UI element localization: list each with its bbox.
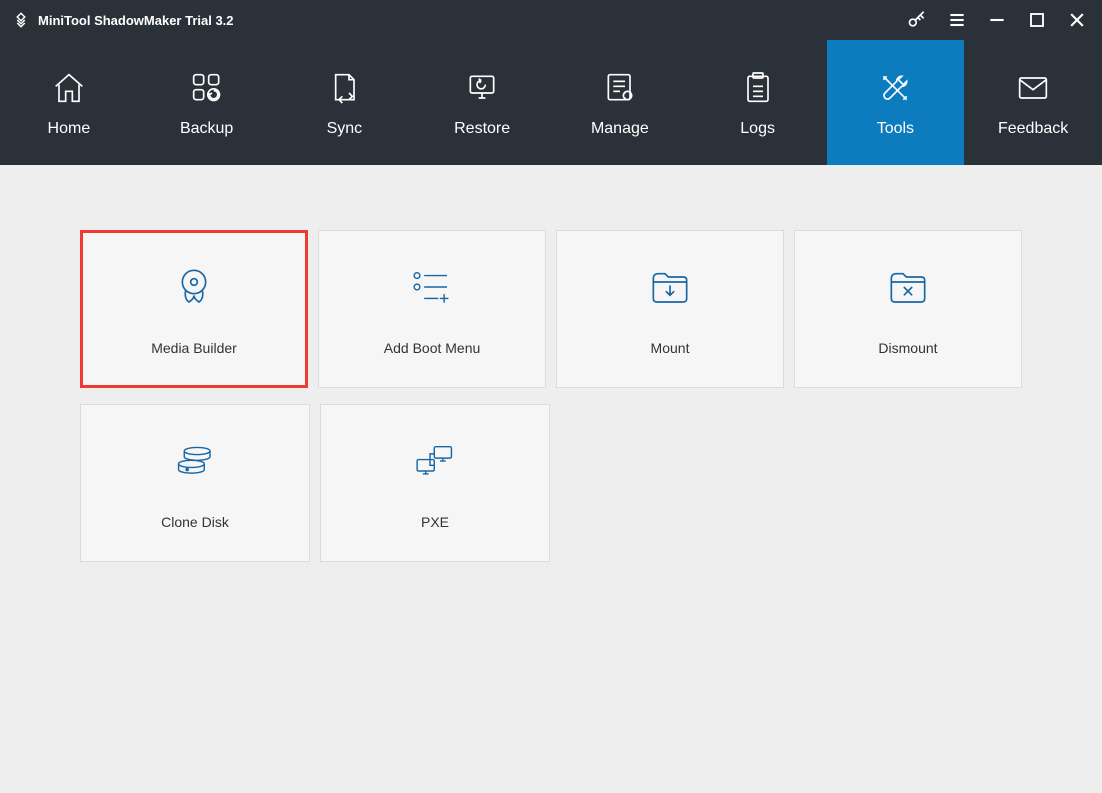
tiles-row-1: Media Builder Add Boot Menu [80, 230, 1022, 388]
tile-label: Clone Disk [161, 514, 229, 530]
mount-icon [645, 262, 695, 312]
nav-restore[interactable]: Restore [413, 40, 551, 165]
tile-dismount[interactable]: Dismount [794, 230, 1022, 388]
nav-label: Sync [327, 120, 363, 138]
nav-label: Restore [454, 120, 510, 138]
maximize-button[interactable] [1024, 7, 1050, 33]
navbar: Home Backup Sync [0, 40, 1102, 165]
close-button[interactable] [1064, 7, 1090, 33]
minimize-button[interactable] [984, 7, 1010, 33]
tile-add-boot-menu[interactable]: Add Boot Menu [318, 230, 546, 388]
tile-label: Add Boot Menu [384, 340, 481, 356]
manage-icon [600, 68, 640, 108]
menu-button[interactable] [944, 7, 970, 33]
titlebar: MiniTool ShadowMaker Trial 3.2 [0, 0, 1102, 40]
nav-sync[interactable]: Sync [276, 40, 414, 165]
tile-label: Mount [651, 340, 690, 356]
sync-icon [324, 68, 364, 108]
home-icon [49, 68, 89, 108]
nav-backup[interactable]: Backup [138, 40, 276, 165]
titlebar-right [904, 7, 1090, 33]
tile-mount[interactable]: Mount [556, 230, 784, 388]
content-area: Media Builder Add Boot Menu [0, 165, 1102, 643]
add-boot-menu-icon [407, 262, 457, 312]
media-builder-icon [169, 262, 219, 312]
nav-label: Home [48, 120, 91, 138]
tile-label: Dismount [878, 340, 937, 356]
logs-icon [738, 68, 778, 108]
tile-clone-disk[interactable]: Clone Disk [80, 404, 310, 562]
tile-label: PXE [421, 514, 449, 530]
pxe-icon [410, 436, 460, 486]
tiles-row-2: Clone Disk PXE [80, 404, 1022, 562]
nav-label: Backup [180, 120, 233, 138]
restore-icon [462, 68, 502, 108]
nav-label: Manage [591, 120, 649, 138]
nav-feedback[interactable]: Feedback [964, 40, 1102, 165]
clone-disk-icon [170, 436, 220, 486]
backup-icon [187, 68, 227, 108]
nav-label: Tools [877, 120, 914, 138]
nav-label: Feedback [998, 120, 1068, 138]
tile-label: Media Builder [151, 340, 237, 356]
nav-logs[interactable]: Logs [689, 40, 827, 165]
tile-media-builder[interactable]: Media Builder [80, 230, 308, 388]
nav-home[interactable]: Home [0, 40, 138, 165]
tile-pxe[interactable]: PXE [320, 404, 550, 562]
nav-tools[interactable]: Tools [827, 40, 965, 165]
nav-label: Logs [740, 120, 775, 138]
dismount-icon [883, 262, 933, 312]
key-button[interactable] [904, 7, 930, 33]
titlebar-left: MiniTool ShadowMaker Trial 3.2 [12, 11, 234, 29]
nav-manage[interactable]: Manage [551, 40, 689, 165]
tools-icon [875, 68, 915, 108]
app-title: MiniTool ShadowMaker Trial 3.2 [38, 13, 234, 28]
feedback-icon [1013, 68, 1053, 108]
app-logo-icon [12, 11, 30, 29]
